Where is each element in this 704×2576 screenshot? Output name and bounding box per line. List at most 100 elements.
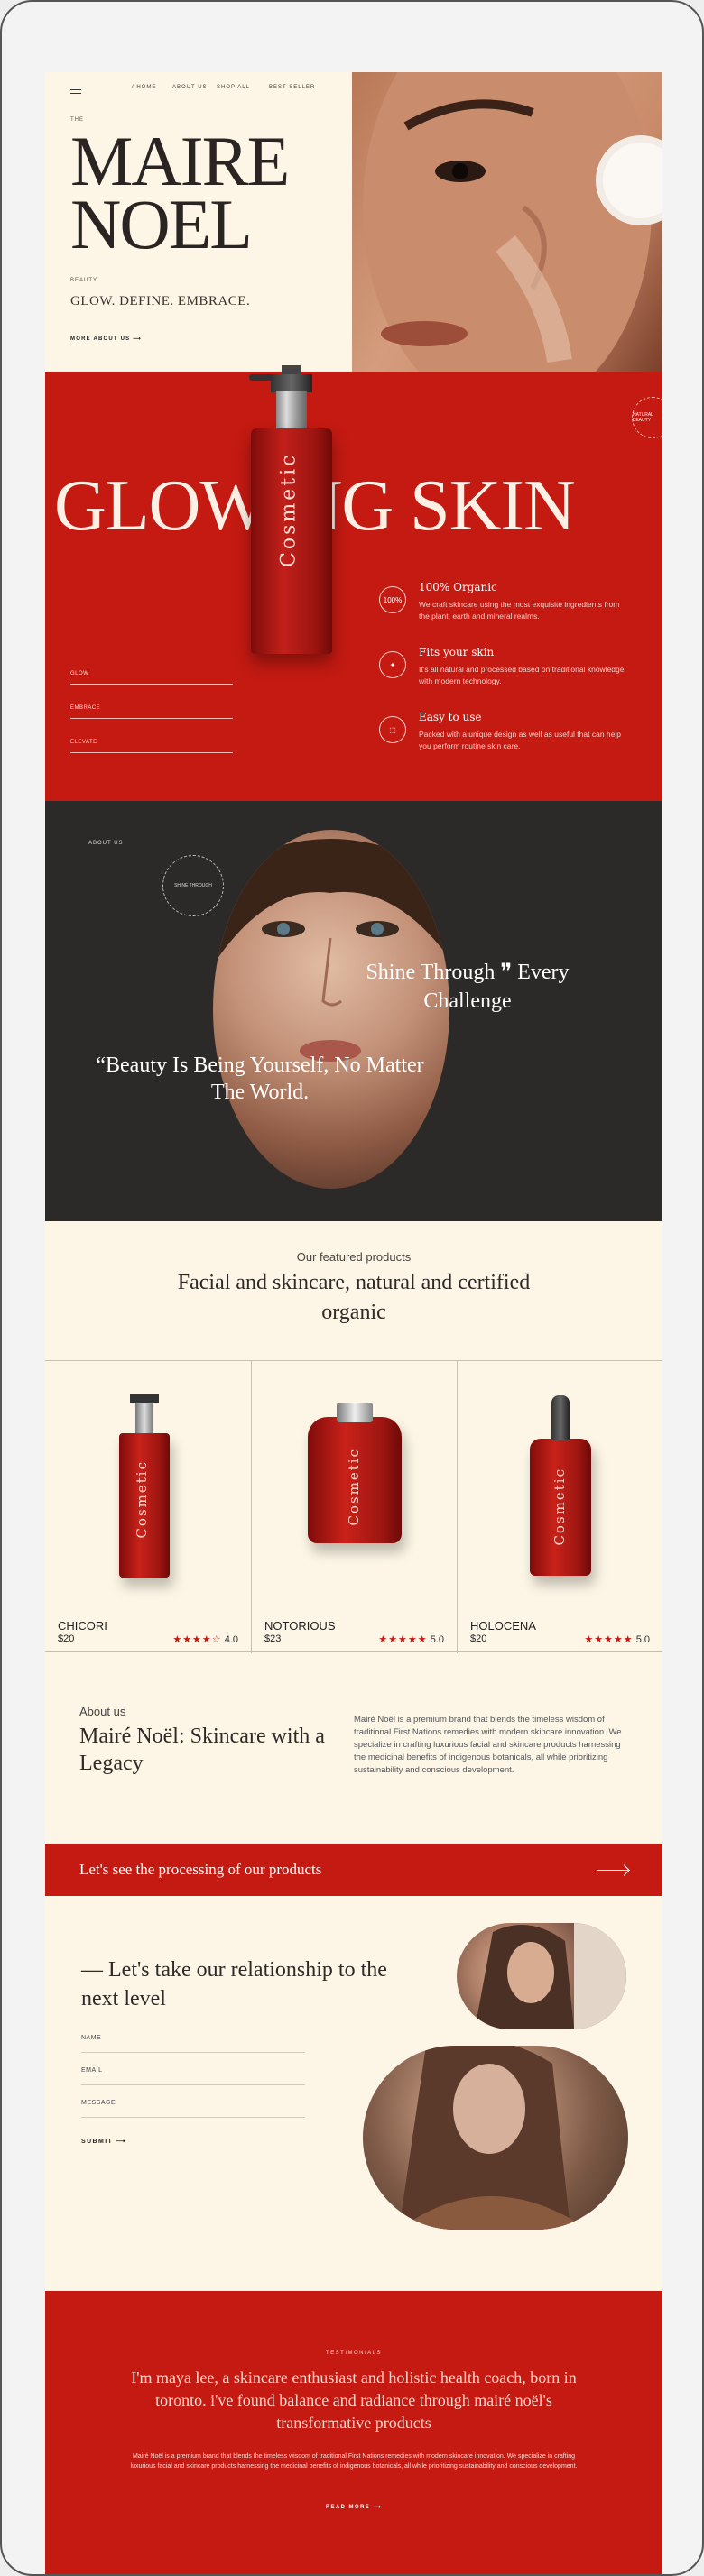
feature-title: Easy to use <box>419 711 482 723</box>
star-rating-icon: ★★★★★ <box>584 1634 634 1645</box>
rating-value: 4.0 <box>224 1634 238 1645</box>
arrow-right-icon: ⟶ <box>373 2505 383 2510</box>
product-rating: ★★★★☆ 4.0 <box>172 1633 238 1645</box>
about-heading: Mairé Noël: Skincare with a Legacy <box>79 1725 325 1775</box>
email-field[interactable]: EMAIL <box>81 2067 305 2085</box>
product-card[interactable]: Cosmetic NOTORIOUS $23 ★★★★★ 5.0 <box>251 1361 457 1653</box>
hero-tagline: GLOW. DEFINE. EMBRACE. <box>70 294 251 308</box>
elevate-label: ELEVATE <box>70 740 97 745</box>
nav-shop[interactable]: SHOP ALL <box>217 85 250 90</box>
product-name: HOLOCENA <box>470 1619 536 1633</box>
featured-heading: Facial and skincare, natural and certifi… <box>177 1271 531 1324</box>
feature-title: Fits your skin <box>419 646 495 658</box>
product-price: $20 <box>470 1633 487 1644</box>
read-more-label: READ MORE <box>325 2505 371 2510</box>
badge-text: SHINE THROUGH <box>174 883 212 888</box>
bottle-label: Cosmetic <box>277 452 301 567</box>
nav-best-seller[interactable]: BEST SELLER <box>269 85 315 90</box>
submit-label: SUBMIT <box>81 2139 114 2145</box>
hero-bottle: Cosmetic <box>249 365 334 654</box>
product-name: NOTORIOUS <box>264 1619 336 1633</box>
testimonials-label: TESTIMONIALS <box>325 2351 382 2356</box>
feature-text: It's all natural and processed based on … <box>419 665 625 685</box>
more-about-label: MORE ABOUT US <box>70 336 131 342</box>
contact-photo-large <box>363 2046 628 2230</box>
product-grid: Cosmetic CHICORI $20 ★★★★☆ 4.0 Cosmetic … <box>45 1360 662 1653</box>
testimonial-quote: I'm maya lee, a skincare enthusiast and … <box>131 2369 577 2432</box>
brand-line-2: NOEL <box>70 185 253 263</box>
pump-head <box>271 374 312 392</box>
elevate-field[interactable]: ELEVATE <box>70 740 233 753</box>
field-underline <box>70 718 233 719</box>
product-price: $20 <box>58 1633 75 1644</box>
banner-text[interactable]: Let's see the processing of our products <box>79 1861 321 1879</box>
read-more-link[interactable]: READ MORE ⟶ <box>45 2504 662 2510</box>
landing-page: / HOME ABOUT US SHOP ALL BEST SELLER THE… <box>45 72 662 2574</box>
glow-label: GLOW <box>70 671 89 676</box>
pump-head <box>130 1394 159 1403</box>
embrace-field[interactable]: EMBRACE <box>70 705 233 719</box>
message-field[interactable]: MESSAGE <box>81 2100 305 2118</box>
about-paragraph: Mairé Noël is a premium brand that blend… <box>354 1715 622 1775</box>
device-frame: / HOME ABOUT US SHOP ALL BEST SELLER THE… <box>0 0 704 2576</box>
product-price: $23 <box>264 1633 282 1644</box>
testimonial-paragraph: Mairé Noël is a premium brand that blend… <box>130 2453 578 2470</box>
feature-text: We craft skincare using the most exquisi… <box>419 600 620 621</box>
brand-line-1: MAIRE <box>70 122 290 200</box>
product-rating: ★★★★★ 5.0 <box>584 1633 650 1645</box>
beauty-label: BEAUTY <box>70 278 98 283</box>
product-rating: ★★★★★ 5.0 <box>378 1633 444 1645</box>
pump-neck <box>135 1401 153 1433</box>
field-underline <box>81 2117 305 2118</box>
sparkle-icon: ✦ <box>379 651 406 678</box>
contact-photo-small <box>457 1923 626 2029</box>
field-underline <box>81 2084 305 2085</box>
about-label: ABOUT US <box>88 841 124 846</box>
face-photo-illustration <box>363 72 662 372</box>
more-about-link[interactable]: MORE ABOUT US ⟶ <box>70 336 142 342</box>
product-label: Cosmetic <box>551 1467 568 1546</box>
main-quote: “Beauty Is Being Yourself, No Matter The… <box>96 1053 424 1104</box>
about-subtitle: About us <box>79 1705 126 1718</box>
badge-text: NATURAL BEAUTY <box>633 412 653 423</box>
product-card[interactable]: Cosmetic HOLOCENA $20 ★★★★★ 5.0 <box>457 1361 662 1653</box>
field-underline <box>70 752 233 753</box>
organic-icon: 100% <box>379 586 406 613</box>
rating-value: 5.0 <box>635 1634 650 1645</box>
menu-icon[interactable] <box>70 87 81 94</box>
rating-value: 5.0 <box>430 1634 444 1645</box>
message-label: MESSAGE <box>81 2100 116 2106</box>
name-label: NAME <box>81 2035 102 2041</box>
featured-subtitle: Our featured products <box>296 1250 412 1264</box>
glow-field[interactable]: GLOW <box>70 671 233 685</box>
contact-heading: — Let's take our relationship to the nex… <box>81 1958 387 2010</box>
pump-neck <box>276 391 307 430</box>
embrace-label: EMBRACE <box>70 705 101 711</box>
nav-about[interactable]: ABOUT US <box>172 85 208 90</box>
portrait-illustration <box>475 1923 626 2029</box>
bottle-icon: ⬚ <box>379 716 406 743</box>
star-rating-icon: ★★★★★ <box>378 1634 428 1645</box>
arrow-right-icon: ⟶ <box>116 2139 127 2145</box>
nav-home[interactable]: / HOME <box>132 85 156 90</box>
product-label: Cosmetic <box>134 1460 150 1539</box>
brand-title: MAIRE NOEL <box>70 122 290 263</box>
product-label: Cosmetic <box>346 1448 362 1526</box>
portrait-illustration <box>399 2046 588 2230</box>
feature-title: 100% Organic <box>419 581 497 593</box>
product-card[interactable]: Cosmetic CHICORI $20 ★★★★☆ 4.0 <box>45 1361 251 1653</box>
star-rating-icon: ★★★★☆ <box>172 1634 222 1645</box>
product-name: CHICORI <box>58 1619 107 1633</box>
field-underline <box>81 2052 305 2053</box>
feature-text: Packed with a unique design as well as u… <box>419 730 621 750</box>
shine-through-badge: SHINE THROUGH <box>162 855 224 916</box>
arrow-right-icon: ⟶ <box>133 336 143 342</box>
hero-photo <box>352 72 662 372</box>
arrow-right-icon[interactable] <box>597 1870 628 1871</box>
bottle-cap <box>337 1403 373 1422</box>
submit-button[interactable]: SUBMIT ⟶ <box>81 2138 126 2145</box>
email-label: EMAIL <box>81 2067 103 2074</box>
side-quote: Shine Through ❞ Every Challenge <box>366 961 570 1013</box>
name-field[interactable]: NAME <box>81 2035 305 2053</box>
field-underline <box>70 684 233 685</box>
